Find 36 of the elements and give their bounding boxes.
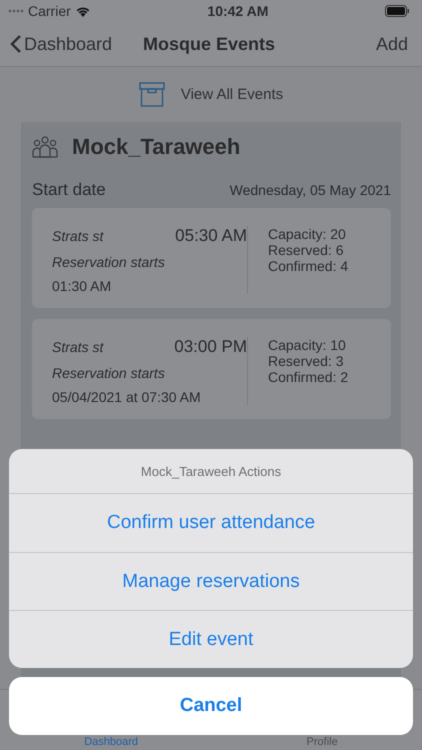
tab-bar-item[interactable]: Profile [306,736,338,749]
tab-bar-item[interactable]: Dashboard [84,736,138,749]
back-button[interactable]: Dashboard [10,34,112,54]
action-option[interactable]: Confirm user attendance [9,494,413,552]
action-option[interactable]: Edit event [9,610,413,668]
chevron-left-icon [10,34,22,54]
action-sheet-title: Mock_Taraweeh Actions [9,449,413,494]
carrier-label: Carrier [28,3,71,19]
reservation-label: Reservation starts [52,365,166,381]
cancel-button[interactable]: Cancel [9,677,413,735]
reserved-text: Reserved: 6 [268,242,344,258]
group-icon [32,136,58,158]
view-all-events-button[interactable]: View All Events [132,81,290,108]
confirmed-text: Confirmed: 4 [268,258,348,274]
reservation-time: 05/04/2021 at 07:30 AM [52,389,202,405]
start-date-label: Start date [32,180,106,200]
capacity-text: Capacity: 10 [268,337,347,353]
reserved-text: Reserved: 3 [268,353,344,369]
start-label: Strats st [52,339,104,355]
confirmed-text: Confirmed: 2 [268,369,348,385]
start-date-value: Wednesday, 05 May 2021 [230,182,391,198]
battery-icon [384,5,410,17]
start-time: 05:30 AM [175,226,247,246]
add-button[interactable]: Add [376,34,408,54]
start-time: 03:00 PM [174,337,247,357]
action-option[interactable]: Manage reservations [9,552,413,610]
reservation-time: 01:30 AM [52,278,112,294]
archive-box-icon [138,82,165,107]
status-time: 10:42 AM [207,3,268,19]
reservation-label: Reservation starts [52,254,166,270]
signal-icon [8,9,24,13]
capacity-text: Capacity: 20 [268,226,347,242]
event-title: Mock_Taraweeh [72,134,240,160]
wifi-icon [74,5,91,17]
start-label: Strats st [52,228,104,244]
nav-title: Mosque Events [142,34,276,54]
